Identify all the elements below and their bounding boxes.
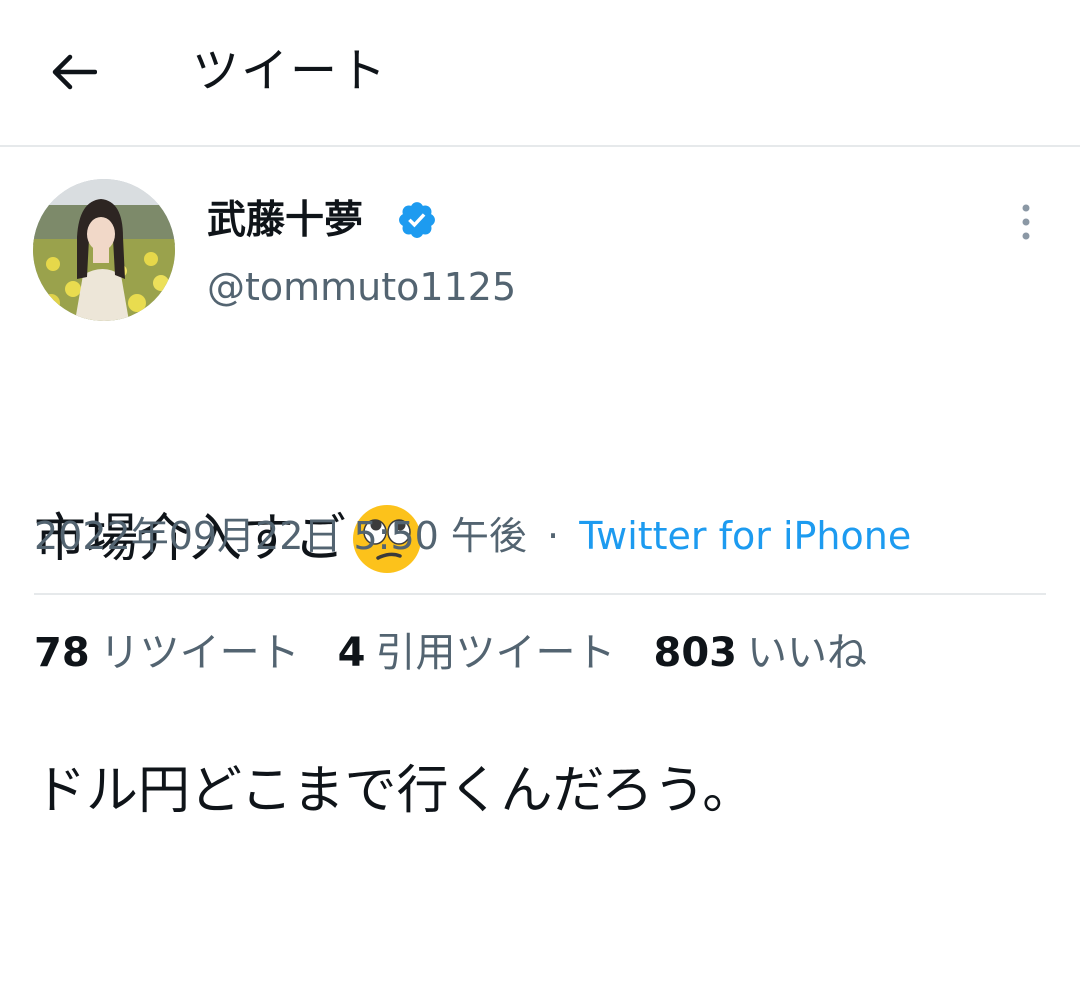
meta-separator: · (547, 514, 560, 558)
tweet-source-link[interactable]: Twitter for iPhone (579, 514, 911, 558)
author-name: 武藤十夢 (207, 198, 364, 243)
tweet-timestamp[interactable]: 2022年09月22日 5:50 午後 (34, 514, 527, 558)
page-title: ツイート (192, 44, 388, 99)
author-handle[interactable]: @tommuto1125 (207, 261, 516, 313)
arrow-left-icon (52, 54, 97, 90)
more-vertical-icon (1022, 204, 1030, 240)
top-bar: ツイート (0, 0, 1080, 147)
retweets-stat[interactable]: 78 リツイート (34, 625, 300, 681)
more-options-button[interactable] (1006, 197, 1046, 247)
retweets-label: リツイート (99, 630, 300, 676)
tweet-meta: 2022年09月22日 5:50 午後 · Twitter for iPhone (34, 509, 911, 563)
avatar[interactable] (33, 179, 175, 321)
likes-count: 803 (653, 630, 738, 676)
quotes-stat[interactable]: 4 引用ツイート (338, 625, 616, 681)
tweet-stats: 78 リツイート 4 引用ツイート 803 いいね (34, 625, 905, 681)
verified-badge-icon (399, 202, 435, 238)
quotes-count: 4 (337, 630, 366, 676)
tweet-text-line-2: ドル円どこまで行くんだろう。 (34, 761, 755, 821)
likes-label: いいね (747, 630, 868, 676)
tweet-detail: 武藤十夢 @tommuto1125 市場介入すご ドル円どこまで行くんだろう。 … (0, 149, 1080, 821)
back-button[interactable] (38, 36, 110, 108)
likes-stat[interactable]: 803 いいね (654, 625, 868, 681)
quotes-label: 引用ツイート (375, 630, 616, 676)
divider (34, 593, 1046, 595)
retweets-count: 78 (34, 630, 90, 676)
